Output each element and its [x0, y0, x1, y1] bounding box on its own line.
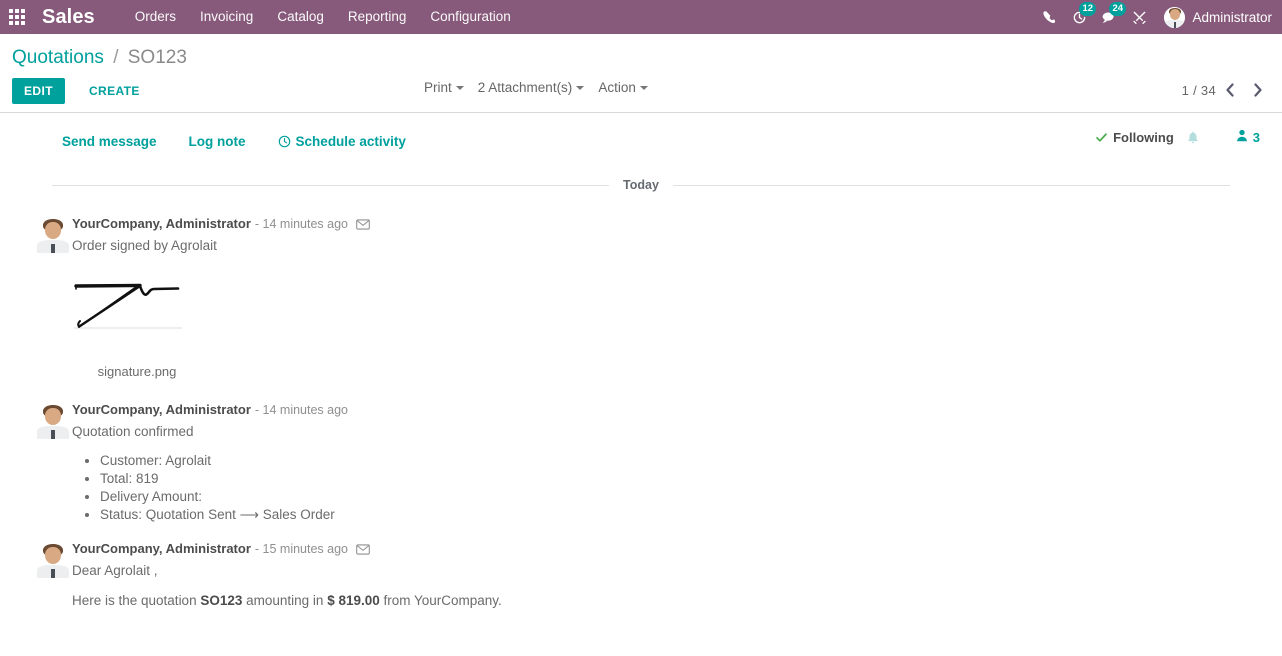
message-timestamp: - 15 minutes ago [254, 542, 348, 556]
message-author: YourCompany, Administrator [72, 216, 251, 231]
avatar [36, 403, 70, 439]
chevron-down-icon [455, 86, 464, 90]
pager: 1 / 34 [1182, 78, 1272, 102]
following-toggle[interactable]: Following [1095, 130, 1174, 145]
breadcrumb-separator: / [113, 47, 119, 68]
message-paragraph: Quotation confirmed [72, 424, 194, 439]
message-paragraph: Order signed by Agrolait [72, 238, 217, 253]
clock-icon [278, 135, 291, 148]
list-item: Delivery Amount: [100, 488, 1270, 506]
chatter: Send message Log note Schedule activity … [0, 113, 1282, 611]
navbar-right-tools: 12 24 Administrator [1034, 0, 1282, 34]
message-quotation-line: Here is the quotation SO123 amounting in… [72, 591, 1270, 611]
line-before: Here is the quotation [72, 593, 201, 608]
breadcrumb: Quotations / SO123 [12, 34, 1270, 70]
envelope-icon[interactable] [356, 543, 370, 555]
avatar [36, 542, 70, 578]
check-icon [1095, 131, 1108, 144]
avatar [1164, 6, 1186, 28]
chevron-down-icon [576, 86, 585, 90]
apps-grid-icon[interactable] [0, 0, 34, 34]
menu-item-configuration[interactable]: Configuration [418, 0, 522, 34]
message-body: YourCompany, Administrator - 15 minutes … [72, 540, 1270, 611]
menu-item-reporting[interactable]: Reporting [336, 0, 419, 34]
print-dropdown[interactable]: Print [424, 80, 464, 95]
top-navbar: Sales Orders Invoicing Catalog Reporting… [0, 0, 1282, 34]
app-brand-sales[interactable]: Sales [42, 6, 95, 29]
menu-item-catalog[interactable]: Catalog [265, 0, 336, 34]
message-author: YourCompany, Administrator [72, 541, 251, 556]
person-icon [1236, 129, 1248, 145]
create-button[interactable]: CREATE [81, 78, 148, 104]
send-message-button[interactable]: Send message [62, 134, 157, 149]
schedule-activity-button[interactable]: Schedule activity [278, 134, 406, 149]
line-after: from YourCompany. [379, 593, 502, 608]
message-timestamp: - 14 minutes ago [254, 217, 348, 231]
envelope-icon[interactable] [356, 218, 370, 230]
message-item: YourCompany, Administrator - 14 minutes … [12, 401, 1270, 524]
message-header: YourCompany, Administrator - 14 minutes … [72, 215, 1270, 233]
list-item: Total: 819 [100, 470, 1270, 488]
activity-clock-icon[interactable]: 12 [1064, 0, 1097, 34]
signature-image [74, 283, 182, 329]
message-greeting: Dear Agrolait , [72, 563, 158, 578]
menu-item-orders[interactable]: Orders [123, 0, 188, 34]
chatter-toolbar: Send message Log note Schedule activity … [12, 113, 1270, 169]
print-dropdown-label: Print [424, 80, 452, 95]
followers-area: Following 3 [1095, 129, 1260, 145]
action-dropdown[interactable]: Action [598, 80, 648, 95]
message-text: Order signed by Agrolait [72, 236, 1270, 256]
followers-count-button[interactable]: 3 [1236, 129, 1260, 145]
message-body: YourCompany, Administrator - 14 minutes … [72, 215, 1270, 385]
date-separator: Today [52, 177, 1230, 193]
control-panel-dropdowns: Print 2 Attachment(s) Action [424, 80, 662, 95]
quotation-amount: $ 819.00 [327, 593, 380, 608]
message-item: YourCompany, Administrator - 15 minutes … [12, 540, 1270, 611]
record-action-buttons: EDIT CREATE [12, 78, 148, 104]
user-name: Administrator [1192, 9, 1272, 25]
pager-previous-button[interactable] [1216, 78, 1244, 102]
action-dropdown-label: Action [598, 80, 636, 95]
attachments-dropdown-label: 2 Attachment(s) [477, 80, 573, 95]
followers-count-value: 3 [1252, 129, 1260, 145]
breadcrumb-quotations[interactable]: Quotations [12, 47, 104, 68]
menu-item-invoicing[interactable]: Invoicing [188, 0, 265, 34]
breadcrumb-current-record: SO123 [127, 47, 187, 68]
attachment-filename: signature.png [97, 364, 177, 379]
date-separator-label: Today [609, 178, 673, 192]
message-author: YourCompany, Administrator [72, 402, 251, 417]
user-menu[interactable]: Administrator [1154, 6, 1278, 28]
attachments-dropdown[interactable]: 2 Attachment(s) [478, 80, 585, 95]
message-header: YourCompany, Administrator - 14 minutes … [72, 401, 1270, 419]
message-item: YourCompany, Administrator - 14 minutes … [12, 215, 1270, 385]
edit-button[interactable]: EDIT [12, 78, 65, 104]
chevron-down-icon [639, 86, 648, 90]
attachment-signature[interactable]: signature.png [72, 276, 202, 379]
tools-icon[interactable] [1124, 0, 1154, 34]
bell-icon[interactable] [1186, 130, 1200, 145]
message-timestamp: - 14 minutes ago [254, 403, 348, 417]
log-note-button[interactable]: Log note [189, 134, 246, 149]
quotation-reference: SO123 [200, 593, 243, 608]
phone-icon[interactable] [1034, 0, 1064, 34]
message-text: Quotation confirmed Customer: Agrolait T… [72, 422, 1270, 524]
schedule-activity-label: Schedule activity [295, 133, 406, 149]
message-text: Dear Agrolait , Here is the quotation SO… [72, 561, 1270, 611]
message-body: YourCompany, Administrator - 14 minutes … [72, 401, 1270, 524]
list-item: Status: Quotation Sent ⟶ Sales Order [100, 506, 1270, 524]
message-bullet-list: Customer: Agrolait Total: 819 Delivery A… [72, 452, 1270, 524]
attachment-preview[interactable] [72, 276, 202, 342]
control-panel: Quotations / SO123 EDIT CREATE Print 2 A… [0, 34, 1282, 113]
messages-icon[interactable]: 24 [1094, 0, 1127, 34]
list-item: Customer: Agrolait [100, 452, 1270, 470]
message-header: YourCompany, Administrator - 15 minutes … [72, 540, 1270, 558]
main-menu: Orders Invoicing Catalog Reporting Confi… [123, 0, 523, 34]
pager-next-button[interactable] [1244, 78, 1272, 102]
pager-value: 1 / 34 [1181, 82, 1216, 98]
following-label: Following [1113, 129, 1174, 145]
line-middle: amounting in [242, 593, 328, 608]
avatar [36, 217, 70, 253]
